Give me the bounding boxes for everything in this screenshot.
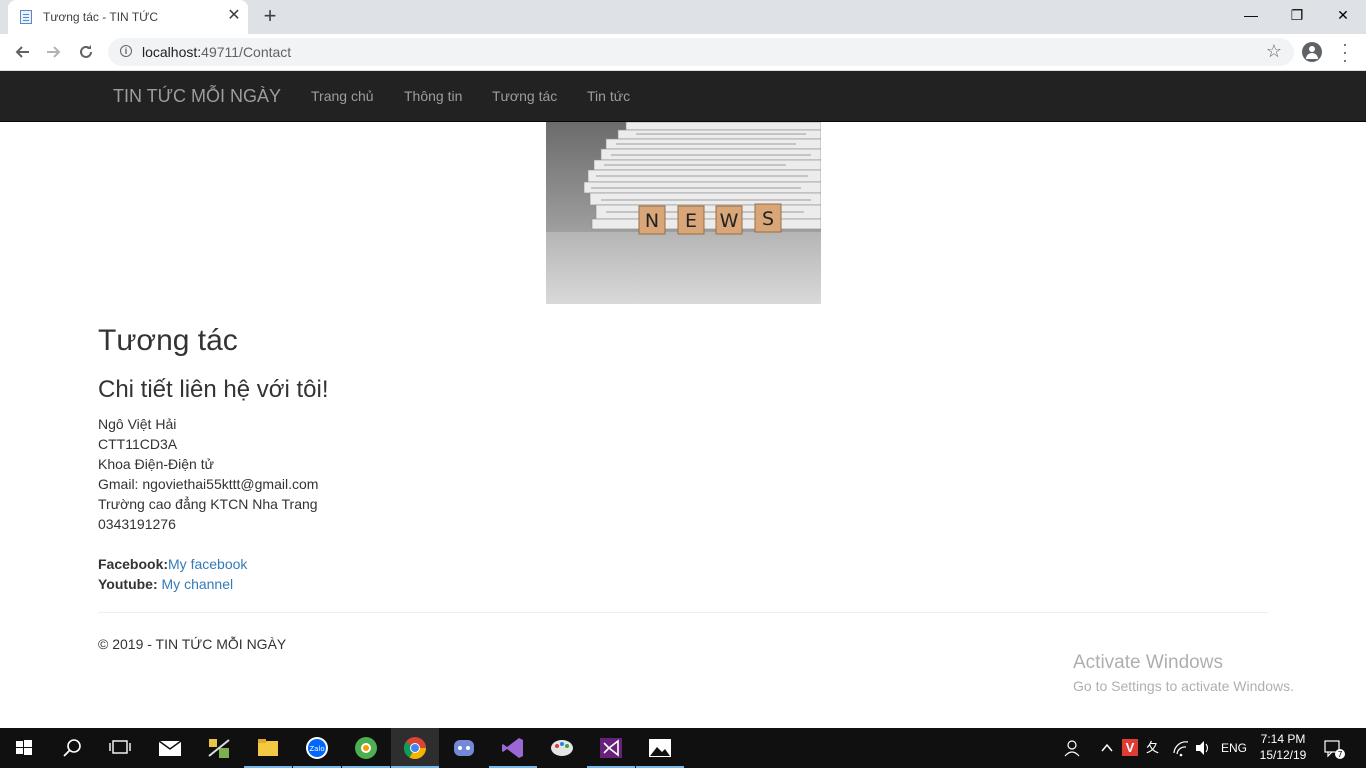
nav-link-news[interactable]: Tin tức <box>587 88 630 104</box>
tile-letter-n: N <box>645 210 659 232</box>
coccoc-browser-icon[interactable] <box>342 728 390 768</box>
bookmark-star-icon[interactable]: ☆ <box>1266 41 1282 62</box>
window-restore-button[interactable]: ❐ <box>1274 0 1320 30</box>
volume-icon[interactable] <box>1194 728 1212 768</box>
wifi-icon[interactable] <box>1172 728 1190 768</box>
facebook-link[interactable]: My facebook <box>168 556 247 572</box>
tab-title: Tương tác - TIN TỨC <box>43 10 159 24</box>
windows-taskbar: Zalo V 夂 ENG 7:14 PM 15/12/19 7 <box>0 728 1366 768</box>
notification-center-icon[interactable]: 7 <box>1322 728 1346 768</box>
chrome-icon[interactable] <box>391 728 439 768</box>
social-links: Facebook:My facebook Youtube: My channel <box>98 554 247 594</box>
site-navbar: TIN TỨC MỖI NGÀY Trang chủ Thông tin Tươ… <box>0 71 1366 122</box>
contact-phone: 0343191276 <box>98 516 176 532</box>
contact-class: CTT11CD3A <box>98 436 178 452</box>
browser-tab-strip: Tương tác - TIN TỨC ✕ + — ❐ ✕ <box>0 0 1366 34</box>
reload-icon[interactable] <box>74 40 98 64</box>
paint-icon[interactable] <box>538 728 586 768</box>
tab-close-icon[interactable]: ✕ <box>226 8 242 24</box>
page-favicon-icon <box>20 10 32 24</box>
input-method-icon[interactable]: 夂 <box>1146 728 1168 768</box>
url-host: localhost: <box>142 44 202 60</box>
news-hero-image: N E W S <box>546 122 821 304</box>
discord-icon[interactable] <box>440 728 488 768</box>
profile-avatar-icon[interactable] <box>1302 42 1322 62</box>
contact-faculty: Khoa Điện-Điện tử <box>98 456 214 472</box>
visual-studio-icon[interactable] <box>587 728 635 768</box>
back-arrow-icon[interactable] <box>10 40 34 64</box>
file-explorer-icon[interactable] <box>244 728 292 768</box>
search-icon[interactable] <box>48 728 96 768</box>
nav-link-about[interactable]: Thông tin <box>404 88 462 104</box>
window-minimize-button[interactable]: — <box>1228 0 1274 30</box>
activate-windows-watermark: Activate Windows Go to Settings to activ… <box>1073 652 1294 694</box>
visual-studio-code-icon[interactable] <box>489 728 537 768</box>
photos-icon[interactable] <box>636 728 684 768</box>
clock[interactable]: 7:14 PM 15/12/19 <box>1258 728 1308 768</box>
show-hidden-icons-chevron-icon[interactable] <box>1098 728 1116 768</box>
tool-app-icon[interactable] <box>195 728 243 768</box>
address-bar[interactable]: i localhost:49711/Contact ☆ <box>108 38 1294 66</box>
contact-address: Ngô Việt Hải CTT11CD3A Khoa Điện-Điện tử… <box>98 414 318 534</box>
youtube-label: Youtube: <box>98 576 158 592</box>
forward-arrow-icon[interactable] <box>42 40 66 64</box>
notification-count: 7 <box>1337 750 1342 759</box>
watermark-subtitle: Go to Settings to activate Windows. <box>1073 678 1294 694</box>
windows-start-icon[interactable] <box>0 728 48 768</box>
tile-letter-s: S <box>762 208 774 230</box>
clock-time: 7:14 PM <box>1260 732 1306 746</box>
url-path: 49711/Contact <box>201 44 292 60</box>
page-subtitle: Chi tiết liên hệ với tôi! <box>98 376 329 403</box>
contact-name: Ngô Việt Hải <box>98 416 177 432</box>
youtube-link[interactable]: My channel <box>162 576 234 592</box>
window-close-button[interactable]: ✕ <box>1320 0 1366 30</box>
page-title: Tương tác <box>98 324 238 357</box>
browser-tab-active[interactable]: Tương tác - TIN TỨC ✕ <box>8 0 248 34</box>
mail-icon[interactable] <box>146 728 194 768</box>
task-view-icon[interactable] <box>96 728 144 768</box>
vietnamese-ime-icon[interactable]: V <box>1122 728 1142 768</box>
contact-email: Gmail: ngoviethai55kttt@gmail.com <box>98 476 319 492</box>
site-brand-link[interactable]: TIN TỨC MỖI NGÀY <box>113 86 281 107</box>
clock-date: 15/12/19 <box>1259 748 1307 762</box>
zalo-icon[interactable]: Zalo <box>293 728 341 768</box>
language-indicator[interactable]: ENG <box>1221 728 1249 768</box>
footer-copyright: © 2019 - TIN TỨC MỖI NGÀY <box>98 636 287 652</box>
tile-letter-w: W <box>720 210 739 232</box>
address-url[interactable]: localhost:49711/Contact <box>142 44 291 60</box>
site-info-icon[interactable]: i <box>120 45 132 57</box>
new-tab-button[interactable]: + <box>260 5 280 28</box>
tile-letter-e: E <box>685 210 697 232</box>
watermark-title: Activate Windows <box>1073 652 1223 673</box>
nav-link-contact[interactable]: Tương tác <box>492 88 557 104</box>
svg-text:Zalo: Zalo <box>309 745 324 753</box>
browser-menu-icon[interactable]: · · · <box>1340 35 1350 69</box>
footer-divider <box>98 612 1268 613</box>
contact-school: Trường cao đẳng KTCN Nha Trang <box>98 496 318 512</box>
people-icon[interactable] <box>1062 728 1082 768</box>
browser-toolbar: i localhost:49711/Contact ☆ · · · <box>0 34 1366 71</box>
nav-link-home[interactable]: Trang chủ <box>311 88 374 104</box>
facebook-label: Facebook: <box>98 556 169 572</box>
